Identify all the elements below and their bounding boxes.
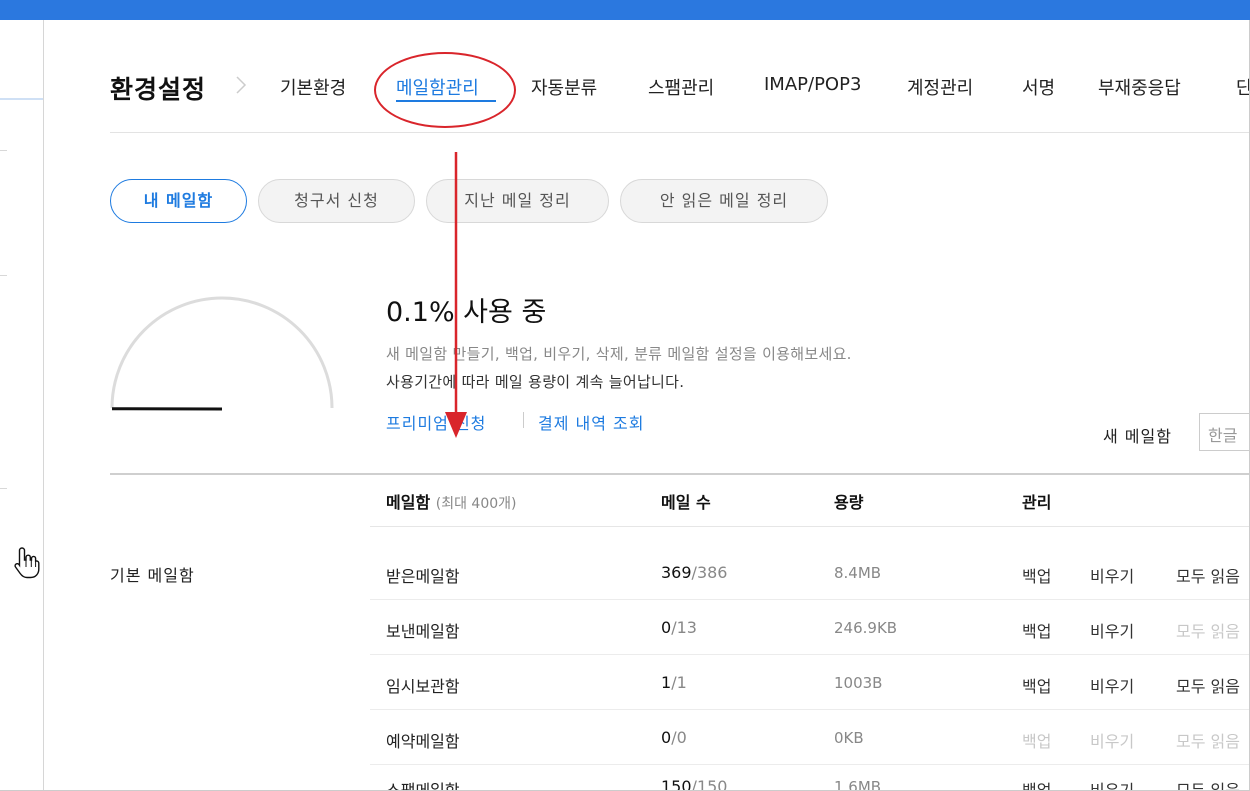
tab-bill-request[interactable]: 청구서 신청 bbox=[258, 179, 415, 223]
header-divider bbox=[110, 132, 1250, 133]
backup-button[interactable]: 백업 bbox=[1022, 563, 1051, 587]
table-row: 임시보관함 1/1 1003B 백업 비우기 모두 읽음 bbox=[370, 655, 1250, 710]
read-count: 150 bbox=[661, 777, 692, 791]
mailbox-size: 8.4MB bbox=[834, 564, 882, 582]
browser-top-bar bbox=[0, 0, 1250, 20]
new-mailbox-label: 새 메일함 bbox=[1103, 427, 1172, 446]
chevron-right-icon bbox=[236, 76, 247, 94]
nav-tab-auto-sort[interactable]: 자동분류 bbox=[531, 74, 597, 100]
nav-tab-auto-reply[interactable]: 부재중응답 bbox=[1098, 74, 1181, 100]
mailbox-size: 0KB bbox=[834, 729, 864, 747]
read-count: 369 bbox=[661, 563, 692, 582]
table-header-divider bbox=[370, 526, 1250, 527]
annotation-red-ellipse bbox=[374, 52, 516, 128]
sidebar-divider bbox=[0, 488, 7, 489]
mailbox-name[interactable]: 보낸메일함 bbox=[386, 618, 460, 642]
mark-all-read-button[interactable]: 모두 읽음 bbox=[1176, 563, 1240, 587]
read-count: 0 bbox=[661, 618, 672, 637]
group-label-default-mailboxes: 기본 메일함 bbox=[110, 566, 195, 585]
empty-button[interactable]: 비우기 bbox=[1090, 563, 1134, 587]
total-count: /150 bbox=[691, 777, 728, 791]
backup-button: 백업 bbox=[1022, 732, 1052, 751]
col-header-manage: 관리 bbox=[1022, 493, 1052, 512]
usage-description-2: 사용기간에 따라 메일 용량이 계속 늘어납니다. bbox=[386, 373, 685, 391]
mailbox-size: 246.9KB bbox=[834, 619, 898, 637]
usage-gauge-track bbox=[110, 296, 334, 409]
link-separator bbox=[523, 412, 524, 428]
table-row: 받은메일함 369/386 8.4MB 백업 비우기 모두 읽음 bbox=[370, 545, 1250, 600]
table-row: 예약메일함 0/0 0KB 백업 비우기 모두 읽음 bbox=[370, 710, 1250, 765]
mail-count: 0/13 bbox=[661, 618, 697, 637]
col-header-mailbox-label: 메일함 bbox=[386, 493, 431, 512]
nav-tab-account[interactable]: 계정관리 bbox=[907, 74, 973, 100]
total-count: /13 bbox=[671, 618, 697, 637]
left-sidebar bbox=[0, 20, 44, 791]
mailbox-name[interactable]: 받은메일함 bbox=[386, 563, 460, 587]
page-title: 환경설정 bbox=[110, 75, 207, 104]
empty-button: 비우기 bbox=[1090, 732, 1135, 751]
col-header-mailbox-limit: (최대 400개) bbox=[435, 496, 517, 512]
mail-count: 1/1 bbox=[661, 673, 687, 692]
table-top-border bbox=[110, 473, 1250, 475]
annotation-red-arrow bbox=[445, 152, 467, 438]
sidebar-divider bbox=[0, 275, 7, 276]
mark-all-read-button[interactable]: 모두 읽음 bbox=[1176, 777, 1240, 791]
backup-button[interactable]: 백업 bbox=[1022, 618, 1051, 642]
table-row: 스팸메일함 150/150 1.6MB 백업 비우기 모두 읽음 bbox=[370, 765, 1250, 791]
mailbox-name[interactable]: 예약메일함 bbox=[386, 728, 460, 752]
mailbox-size: 1003B bbox=[834, 674, 883, 692]
new-mailbox-input[interactable]: 한글 bbox=[1199, 413, 1250, 451]
hand-cursor-icon bbox=[14, 547, 40, 579]
payment-history-link[interactable]: 결제 내역 조회 bbox=[538, 410, 645, 434]
empty-button[interactable]: 비우기 bbox=[1090, 673, 1134, 697]
backup-button[interactable]: 백업 bbox=[1022, 777, 1051, 791]
col-header-mail-count: 메일 수 bbox=[661, 493, 711, 512]
empty-button[interactable]: 비우기 bbox=[1090, 777, 1134, 791]
col-header-mailbox: 메일함 (최대 400개) bbox=[386, 489, 517, 513]
mailbox-name[interactable]: 임시보관함 bbox=[386, 673, 460, 697]
table-row: 보낸메일함 0/13 246.9KB 백업 비우기 모두 읽음 bbox=[370, 600, 1250, 655]
total-count: /1 bbox=[671, 673, 687, 692]
backup-button[interactable]: 백업 bbox=[1022, 673, 1051, 697]
total-count: /0 bbox=[671, 728, 687, 747]
empty-button[interactable]: 비우기 bbox=[1090, 618, 1134, 642]
nav-tab-signature[interactable]: 서명 bbox=[1022, 74, 1055, 100]
nav-tab-basic[interactable]: 기본환경 bbox=[280, 74, 346, 100]
tab-unread-mail-cleanup[interactable]: 안 읽은 메일 정리 bbox=[620, 179, 828, 223]
tab-my-mailbox[interactable]: 내 메일함 bbox=[110, 179, 247, 223]
nav-tab-more[interactable]: 단 bbox=[1236, 74, 1250, 100]
nav-tab-spam[interactable]: 스팸관리 bbox=[648, 74, 714, 100]
mailbox-name[interactable]: 스팸메일함 bbox=[386, 777, 460, 791]
mail-count: 150/150 bbox=[661, 777, 727, 791]
read-count: 1 bbox=[661, 673, 672, 692]
mail-count: 369/386 bbox=[661, 563, 727, 582]
mark-all-read-button: 모두 읽음 bbox=[1176, 622, 1240, 641]
usage-gauge bbox=[110, 296, 334, 411]
sidebar-divider bbox=[0, 150, 7, 151]
sidebar-highlight bbox=[0, 98, 43, 100]
read-count: 0 bbox=[661, 728, 672, 747]
nav-tab-imap-pop3[interactable]: IMAP/POP3 bbox=[764, 74, 861, 95]
mail-count: 0/0 bbox=[661, 728, 687, 747]
mark-all-read-button[interactable]: 모두 읽음 bbox=[1176, 673, 1240, 697]
mark-all-read-button: 모두 읽음 bbox=[1176, 732, 1240, 751]
col-header-size: 용량 bbox=[834, 493, 864, 512]
total-count: /386 bbox=[691, 563, 728, 582]
